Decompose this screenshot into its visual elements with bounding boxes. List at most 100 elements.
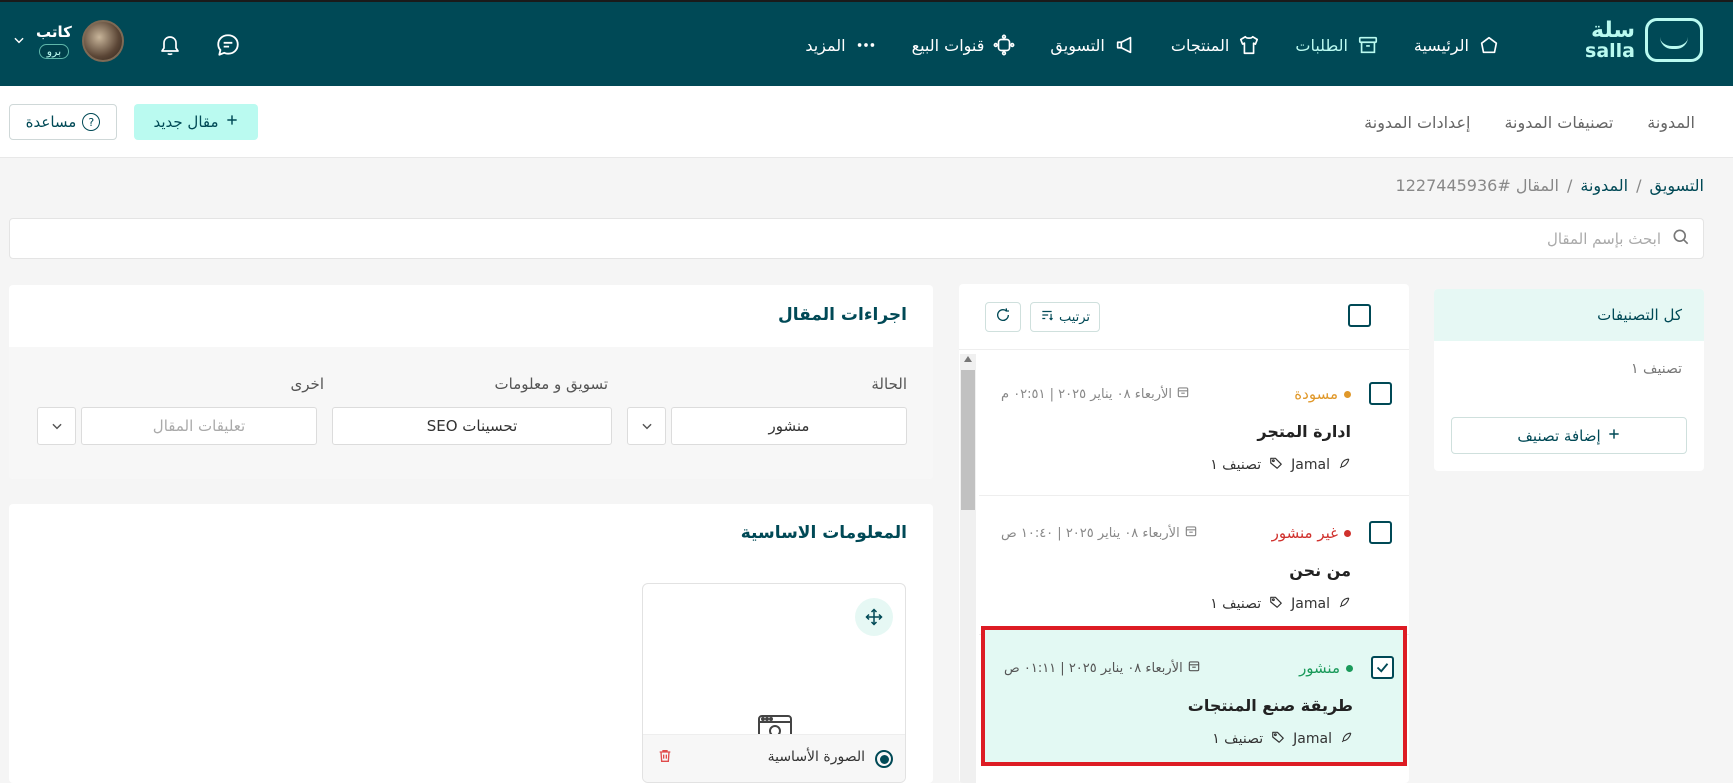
article-checkbox[interactable]	[1369, 521, 1392, 544]
chevron-down-icon[interactable]	[12, 32, 26, 51]
top-navbar: سلة salla الرئيسية الطلبات المنتجات التس…	[0, 0, 1733, 86]
seo-improvements-button[interactable]: تحسينات SEO	[332, 407, 612, 445]
nav-marketing[interactable]: التسويق	[1033, 2, 1153, 88]
article-search	[9, 218, 1704, 259]
chevron-down-icon	[51, 423, 62, 430]
scroll-up-arrow[interactable]	[964, 356, 972, 362]
article-title[interactable]: طريقة صنع المنتجات	[1188, 696, 1353, 715]
article-date-text: الأربعاء ٠٨ يناير ٢٠٢٥ | ١٠:٤٠ ص	[1001, 525, 1180, 541]
plus-icon	[225, 113, 239, 131]
status-select[interactable]: منشور	[671, 407, 907, 445]
archive-icon	[1356, 33, 1380, 57]
plan-badge: برو	[38, 44, 70, 59]
article-checkbox[interactable]	[1369, 382, 1392, 405]
article-meta: Jamal تصنيف ١	[1210, 456, 1351, 474]
add-category-label: إضافة تصنيف	[1517, 426, 1601, 445]
comments-dropdown-toggle[interactable]	[37, 407, 76, 445]
help-label: مساعدة	[25, 113, 77, 131]
calendar-icon	[1184, 524, 1198, 542]
salla-logo-mark	[1645, 18, 1703, 62]
refresh-icon	[995, 307, 1011, 327]
new-article-button[interactable]: مقال جديد	[134, 104, 258, 140]
categories-panel: كل التصنيفات تصنيف ١ إضافة تصنيف	[1434, 289, 1704, 471]
bell-icon[interactable]	[158, 32, 182, 62]
article-author: Jamal	[1291, 596, 1330, 612]
other-field-label: اخرى	[290, 375, 324, 393]
shirt-icon	[1237, 33, 1261, 57]
article-category: تصنيف ١	[1212, 731, 1264, 747]
nav-products[interactable]: المنتجات	[1154, 2, 1279, 88]
article-row[interactable]: مسودة الأربعاء ٠٨ يناير ٢٠٢٥ | ٠٢:٥١ م ا…	[979, 358, 1409, 496]
breadcrumb-marketing[interactable]: التسويق	[1650, 176, 1704, 195]
search-input[interactable]	[10, 219, 1661, 258]
status-text: غير منشور	[1271, 524, 1338, 542]
article-checkbox[interactable]	[1371, 656, 1394, 679]
marketing-field-label: تسويق و معلومات	[494, 375, 608, 393]
tag-icon	[1271, 730, 1285, 748]
home-icon	[1477, 33, 1501, 57]
nav-orders[interactable]: الطلبات	[1278, 2, 1397, 88]
help-icon: ?	[82, 113, 101, 131]
salla-logo[interactable]: سلة salla	[1585, 18, 1703, 62]
brand-name-ar: سلة	[1591, 17, 1635, 43]
article-row-selected[interactable]: منشور الأربعاء ٠٨ يناير ٢٠٢٥ | ٠١:١١ ص ط…	[981, 626, 1407, 766]
sort-button[interactable]: ترتيب	[1030, 302, 1100, 332]
user-menu[interactable]: كاتب برو	[12, 20, 124, 62]
chevron-down-icon	[641, 423, 652, 430]
calendar-icon	[1176, 385, 1190, 403]
all-categories[interactable]: كل التصنيفات	[1434, 289, 1704, 341]
breadcrumb-separator: /	[1636, 176, 1642, 195]
blog-subnav: المدونة تصنيفات المدونة إعدادات المدونة …	[0, 86, 1733, 158]
status-badge: مسودة	[1294, 385, 1351, 403]
help-button[interactable]: ? مساعدة	[9, 104, 117, 140]
article-title[interactable]: من نحن	[1289, 561, 1351, 580]
basic-info-title: المعلومات الاساسية	[740, 523, 907, 543]
nav-more[interactable]: المزيد	[788, 2, 894, 88]
article-author: Jamal	[1293, 731, 1332, 747]
search-icon	[1671, 227, 1691, 251]
basic-info-panel: المعلومات الاساسية الصورة الأساسية	[9, 504, 933, 783]
status-dot	[1344, 529, 1351, 537]
breadcrumb-current: المقال #1227445936	[1395, 176, 1559, 195]
nav-home[interactable]: الرئيسية	[1397, 2, 1518, 88]
refresh-button[interactable]	[985, 302, 1021, 332]
category-item[interactable]: تصنيف ١	[1434, 341, 1704, 377]
tab-blog-settings[interactable]: إعدادات المدونة	[1364, 113, 1470, 132]
main-nav: الرئيسية الطلبات المنتجات التسويق قنوات …	[788, 2, 1518, 88]
article-title[interactable]: ادارة المتجر	[1257, 422, 1351, 441]
breadcrumb-blog[interactable]: المدونة	[1580, 176, 1628, 195]
avatar[interactable]	[81, 20, 124, 62]
new-article-label: مقال جديد	[153, 113, 219, 131]
article-date: الأربعاء ٠٨ يناير ٢٠٢٥ | ٠١:١١ ص	[1004, 659, 1201, 677]
status-dot	[1346, 664, 1353, 672]
breadcrumb-separator: /	[1567, 176, 1573, 195]
list-scrollbar[interactable]	[960, 354, 976, 783]
user-name: كاتب	[36, 23, 72, 41]
nav-products-label: المنتجات	[1170, 35, 1230, 55]
select-all-checkbox[interactable]	[1348, 304, 1371, 327]
status-dot	[1344, 390, 1351, 398]
article-date: الأربعاء ٠٨ يناير ٢٠٢٥ | ٠٢:٥١ م	[1001, 385, 1190, 403]
dots-icon	[854, 33, 878, 57]
move-icon[interactable]	[855, 598, 893, 636]
nav-channels[interactable]: قنوات البيع	[895, 2, 1034, 88]
article-category: تصنيف ١	[1210, 596, 1262, 612]
main-image-card[interactable]: الصورة الأساسية	[642, 583, 906, 783]
article-comments-select[interactable]: تعليقات المقال	[81, 407, 317, 445]
brand-name-en: salla	[1585, 39, 1635, 62]
status-badge: غير منشور	[1272, 524, 1351, 542]
tab-blog[interactable]: المدونة	[1647, 113, 1695, 132]
article-category: تصنيف ١	[1210, 457, 1262, 473]
main-image-label: الصورة الأساسية	[767, 749, 865, 765]
main-image-radio[interactable]	[875, 750, 893, 768]
status-dropdown-toggle[interactable]	[627, 407, 666, 445]
chat-icon[interactable]	[215, 32, 241, 62]
article-actions-body: الحالة تسويق و معلومات اخرى منشور تحسينا…	[9, 347, 933, 479]
trash-icon[interactable]	[657, 748, 673, 768]
article-row[interactable]: غير منشور الأربعاء ٠٨ يناير ٢٠٢٥ | ١٠:٤٠…	[979, 497, 1409, 635]
article-actions-title: اجراءات المقال	[778, 305, 907, 325]
scroll-thumb[interactable]	[961, 370, 975, 510]
nav-more-label: المزيد	[805, 35, 846, 55]
tab-blog-categories[interactable]: تصنيفات المدونة	[1504, 113, 1613, 132]
add-category-button[interactable]: إضافة تصنيف	[1451, 417, 1687, 454]
